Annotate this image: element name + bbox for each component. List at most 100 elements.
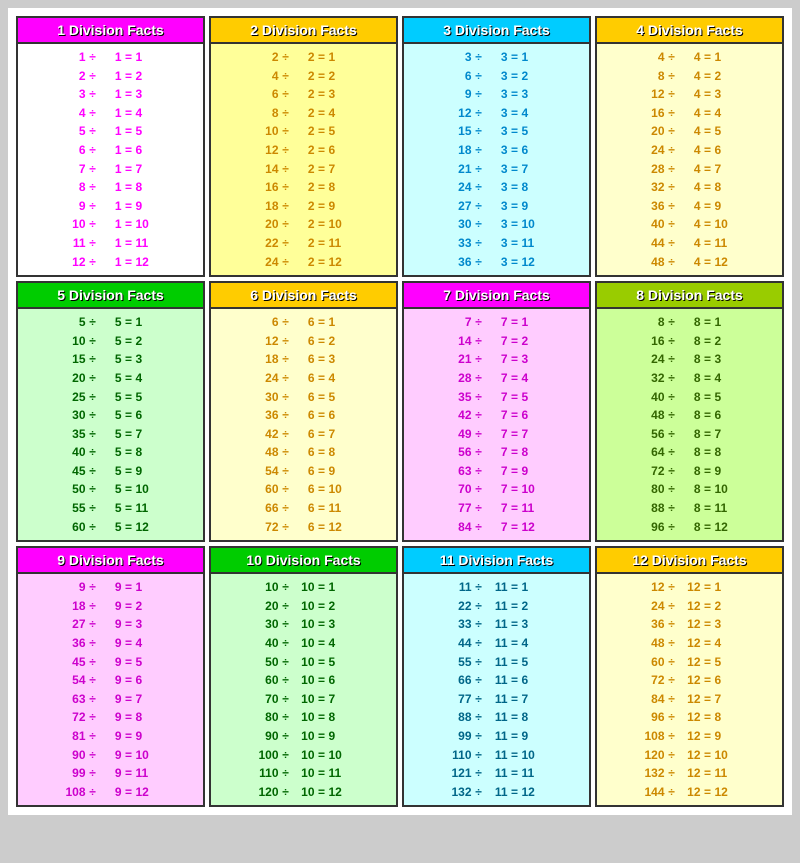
fact-cell: 9 bbox=[100, 671, 122, 690]
fact-cell: ÷ bbox=[88, 746, 98, 765]
fact-row: 6÷1=6 bbox=[20, 141, 201, 160]
fact-cell: 132 bbox=[643, 764, 665, 783]
fact-row: 15÷3=5 bbox=[406, 122, 587, 141]
fact-cell: = bbox=[510, 332, 520, 351]
fact-cell: 5 bbox=[100, 369, 122, 388]
fact-cell: 5 bbox=[329, 388, 351, 407]
fact-cell: 6 bbox=[329, 141, 351, 160]
fact-cell: 144 bbox=[643, 783, 665, 802]
fact-cell: 3 bbox=[486, 197, 508, 216]
fact-cell: = bbox=[703, 197, 713, 216]
fact-cell: 4 bbox=[679, 215, 701, 234]
fact-cell: 20 bbox=[257, 215, 279, 234]
fact-cell: = bbox=[317, 234, 327, 253]
fact-cell: 5 bbox=[100, 332, 122, 351]
fact-cell: ÷ bbox=[667, 480, 677, 499]
fact-cell: 7 bbox=[486, 369, 508, 388]
fact-cell: = bbox=[703, 313, 713, 332]
fact-cell: 11 bbox=[450, 578, 472, 597]
fact-row: 3÷3=1 bbox=[406, 48, 587, 67]
fact-cell: 1 bbox=[100, 253, 122, 272]
fact-cell: 10 bbox=[293, 764, 315, 783]
fact-row: 100÷10=10 bbox=[213, 746, 394, 765]
fact-cell: 4 bbox=[679, 122, 701, 141]
fact-row: 55÷11=5 bbox=[406, 653, 587, 672]
fact-cell: 80 bbox=[257, 708, 279, 727]
fact-cell: = bbox=[317, 443, 327, 462]
fact-cell: = bbox=[317, 388, 327, 407]
fact-cell: ÷ bbox=[474, 615, 484, 634]
section-body-11: 11÷11=122÷11=233÷11=344÷11=455÷11=566÷11… bbox=[404, 574, 589, 805]
fact-cell: 12 bbox=[450, 104, 472, 123]
fact-cell: 10 bbox=[522, 480, 544, 499]
fact-cell: 6 bbox=[293, 369, 315, 388]
section-body-4: 4÷4=18÷4=212÷4=316÷4=420÷4=524÷4=628÷4=7… bbox=[597, 44, 782, 275]
fact-cell: = bbox=[703, 234, 713, 253]
fact-row: 88÷11=8 bbox=[406, 708, 587, 727]
fact-cell: 12 bbox=[329, 783, 351, 802]
fact-cell: 9 bbox=[329, 462, 351, 481]
fact-cell: 1 bbox=[100, 48, 122, 67]
fact-cell: 2 bbox=[293, 104, 315, 123]
fact-cell: 7 bbox=[486, 480, 508, 499]
fact-cell: 7 bbox=[486, 332, 508, 351]
fact-cell: = bbox=[124, 634, 134, 653]
section-4: 4 Division Facts4÷4=18÷4=212÷4=316÷4=420… bbox=[595, 16, 784, 277]
fact-cell: ÷ bbox=[474, 425, 484, 444]
fact-cell: ÷ bbox=[281, 499, 291, 518]
fact-row: 45÷5=9 bbox=[20, 462, 201, 481]
fact-row: 40÷5=8 bbox=[20, 443, 201, 462]
fact-cell: 48 bbox=[643, 406, 665, 425]
fact-row: 48÷6=8 bbox=[213, 443, 394, 462]
fact-cell: = bbox=[124, 104, 134, 123]
fact-cell: 9 bbox=[136, 727, 158, 746]
fact-cell: 3 bbox=[136, 350, 158, 369]
fact-cell: 18 bbox=[64, 597, 86, 616]
fact-cell: 9 bbox=[100, 708, 122, 727]
fact-cell: 21 bbox=[450, 350, 472, 369]
fact-cell: 8 bbox=[679, 350, 701, 369]
fact-cell: 4 bbox=[679, 234, 701, 253]
fact-row: 132÷12=11 bbox=[599, 764, 780, 783]
fact-cell: = bbox=[703, 746, 713, 765]
fact-cell: 11 bbox=[136, 499, 158, 518]
fact-cell: 44 bbox=[450, 634, 472, 653]
fact-cell: = bbox=[510, 48, 520, 67]
fact-cell: ÷ bbox=[474, 178, 484, 197]
fact-cell: 11 bbox=[486, 746, 508, 765]
fact-cell: = bbox=[510, 369, 520, 388]
fact-cell: 7 bbox=[64, 160, 86, 179]
fact-cell: 49 bbox=[450, 425, 472, 444]
fact-cell: 6 bbox=[329, 671, 351, 690]
fact-cell: 60 bbox=[64, 518, 86, 537]
fact-cell: 48 bbox=[643, 253, 665, 272]
fact-cell: 45 bbox=[64, 653, 86, 672]
fact-cell: 1 bbox=[522, 578, 544, 597]
fact-cell: = bbox=[703, 178, 713, 197]
fact-row: 27÷9=3 bbox=[20, 615, 201, 634]
fact-row: 18÷6=3 bbox=[213, 350, 394, 369]
fact-cell: 11 bbox=[486, 783, 508, 802]
fact-cell: 6 bbox=[293, 350, 315, 369]
section-body-8: 8÷8=116÷8=224÷8=332÷8=440÷8=548÷8=656÷8=… bbox=[597, 309, 782, 540]
fact-cell: 5 bbox=[100, 480, 122, 499]
fact-row: 72÷9=8 bbox=[20, 708, 201, 727]
fact-cell: = bbox=[703, 350, 713, 369]
fact-cell: 5 bbox=[329, 653, 351, 672]
section-body-9: 9÷9=118÷9=227÷9=336÷9=445÷9=554÷9=663÷9=… bbox=[18, 574, 203, 805]
fact-cell: ÷ bbox=[667, 518, 677, 537]
fact-cell: 6 bbox=[293, 443, 315, 462]
fact-cell: 9 bbox=[136, 197, 158, 216]
fact-cell: = bbox=[124, 425, 134, 444]
fact-cell: 1 bbox=[329, 578, 351, 597]
fact-cell: 3 bbox=[522, 85, 544, 104]
fact-cell: = bbox=[510, 406, 520, 425]
fact-cell: 16 bbox=[257, 178, 279, 197]
fact-cell: 8 bbox=[64, 178, 86, 197]
fact-cell: = bbox=[317, 578, 327, 597]
fact-row: 56÷8=7 bbox=[599, 425, 780, 444]
fact-cell: = bbox=[703, 160, 713, 179]
fact-cell: ÷ bbox=[88, 369, 98, 388]
fact-cell: ÷ bbox=[88, 462, 98, 481]
fact-cell: 12 bbox=[522, 518, 544, 537]
